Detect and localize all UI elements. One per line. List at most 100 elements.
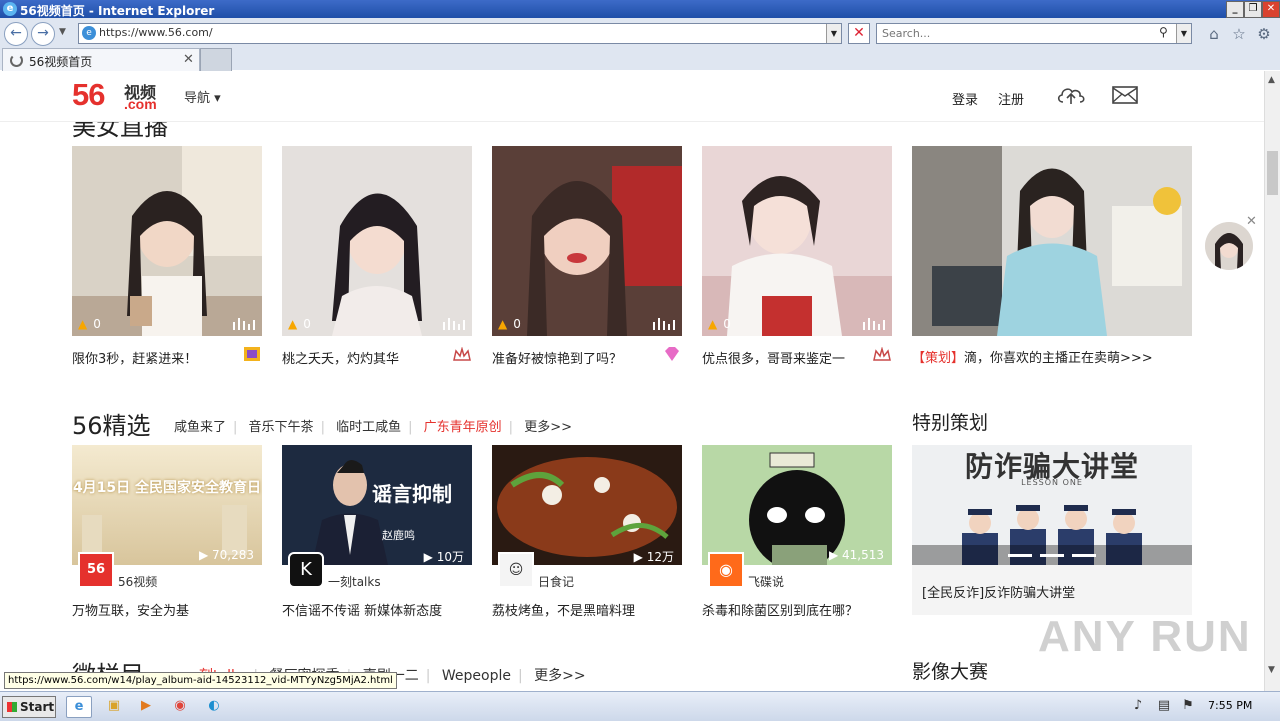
video-thumbnail[interactable]: 谣言抑制 赵鹿鸣 ▶ 10万 xyxy=(282,445,472,565)
tab-56-home[interactable]: 56视频首页 ✕ xyxy=(2,48,200,71)
level-badge-icon xyxy=(244,347,260,361)
author-avatar[interactable]: ☺ xyxy=(498,552,534,588)
promo-link[interactable]: 【策划】滴，你喜欢的主播正在卖萌>>> xyxy=(912,347,1153,366)
search-icon[interactable]: ⚲ xyxy=(1159,25,1168,39)
pager-dot[interactable] xyxy=(1008,554,1032,557)
site-header: 56 视频 .com 导航 ▾ 登录 注册 xyxy=(0,71,1264,122)
action-center-flag-icon[interactable]: ⚑ xyxy=(1176,696,1200,716)
promo-card-image[interactable] xyxy=(912,146,1192,336)
address-bar[interactable]: e https://www.56.com/ ▼ xyxy=(78,23,842,44)
address-dropdown-icon[interactable]: ▼ xyxy=(826,24,841,43)
pager-dot[interactable] xyxy=(1040,554,1064,557)
video-thumbnail[interactable]: 4月15日 全民国家安全教育日 ▶ 70,283 xyxy=(72,445,262,565)
minimize-button[interactable]: _ xyxy=(1226,1,1244,18)
author-name[interactable]: 56视频 xyxy=(118,573,157,590)
promo-text: 滴，你喜欢的主播正在卖萌>>> xyxy=(964,351,1153,366)
video-title[interactable]: 不信谣不传谣 新媒体新态度 xyxy=(282,600,442,619)
home-icon[interactable]: ⌂ xyxy=(1205,25,1223,43)
video-thumbnail[interactable]: ▶ 41,513 xyxy=(702,445,892,565)
featured-more-link[interactable]: 更多>> xyxy=(524,420,572,435)
author-name[interactable]: 一刻talks xyxy=(328,573,381,590)
search-box[interactable]: ⚲ ▼ xyxy=(876,23,1192,44)
browser-navbar: ← → ▼ e https://www.56.com/ ▼ ✕ ⚲ ▼ ⌂ ☆ … xyxy=(0,18,1280,49)
author-name[interactable]: 飞碟说 xyxy=(748,573,784,590)
play-count: ▶ 41,513 xyxy=(828,548,884,562)
upload-cloud-icon[interactable] xyxy=(1056,83,1086,107)
pager-dot[interactable] xyxy=(1072,554,1096,557)
live-card-image[interactable]: ▲ 0 xyxy=(72,146,262,336)
site-icon: e xyxy=(82,26,96,40)
live-card-title[interactable]: 优点很多，哥哥来鉴定一 xyxy=(702,348,845,367)
network-icon[interactable]: ▤ xyxy=(1152,696,1176,716)
close-float-icon[interactable]: ✕ xyxy=(1246,214,1257,229)
live-card-title[interactable]: 准备好被惊艳到了吗？ xyxy=(492,348,622,367)
scroll-down-icon[interactable]: ▼ xyxy=(1268,665,1275,675)
live-card-title[interactable]: 桃之夭夭，灼灼其华 xyxy=(282,348,399,367)
login-link[interactable]: 登录 xyxy=(952,89,978,108)
featured-tab-active[interactable]: 广东青年原创 xyxy=(424,420,502,435)
media-player-taskbar-icon[interactable]: ▶ xyxy=(134,696,158,716)
floating-live-avatar[interactable] xyxy=(1205,222,1253,270)
search-input[interactable] xyxy=(880,25,1154,42)
close-tab-icon[interactable]: ✕ xyxy=(183,52,194,67)
audio-bars-icon xyxy=(863,318,885,330)
author-name[interactable]: 日食记 xyxy=(538,573,574,590)
taskbar: Start e ▣ ▶ ◉ ◐ ♪ ▤ ⚑ 7:55 PM xyxy=(0,691,1280,721)
favorites-star-icon[interactable]: ☆ xyxy=(1230,25,1248,43)
banner-pager xyxy=(912,545,1192,565)
nav-menu[interactable]: 导航 ▾ xyxy=(184,87,221,106)
live-card-title[interactable]: 限你3秒，赶紧进来！ xyxy=(72,348,197,367)
special-caption[interactable]: [全民反诈]反诈防骗大讲堂 xyxy=(922,582,1075,601)
viewer-count: 0 xyxy=(513,317,521,331)
video-thumbnail[interactable]: ▶ 12万 xyxy=(492,445,682,565)
site-logo[interactable]: 56 视频 .com xyxy=(72,77,162,113)
history-dropdown-icon[interactable]: ▼ xyxy=(59,27,66,37)
author-avatar[interactable]: ◉ xyxy=(708,552,744,588)
author-avatar[interactable]: K xyxy=(288,552,324,588)
fire-icon: ▲ xyxy=(78,317,88,331)
live-card-image[interactable]: ▲ 0 xyxy=(492,146,682,336)
scroll-thumb[interactable] xyxy=(1267,151,1278,195)
loading-spinner-icon xyxy=(10,54,23,67)
back-button[interactable]: ← xyxy=(4,22,28,46)
start-button[interactable]: Start xyxy=(2,696,56,718)
live-card-image[interactable]: ▲ 0 xyxy=(702,146,892,336)
tools-gear-icon[interactable]: ⚙ xyxy=(1255,25,1273,43)
folder-taskbar-icon[interactable]: ▣ xyxy=(102,696,126,716)
thumbnail-person-name: 赵鹿鸣 xyxy=(382,529,415,542)
audio-bars-icon xyxy=(233,318,255,330)
micro-tab[interactable]: Wepeople xyxy=(442,668,511,684)
scroll-up-icon[interactable]: ▲ xyxy=(1268,75,1275,85)
register-link[interactable]: 注册 xyxy=(998,89,1024,108)
video-title[interactable]: 杀毒和除菌区别到底在哪？ xyxy=(702,600,858,619)
forward-button[interactable]: → xyxy=(31,22,55,46)
play-count: ▶ 70,283 xyxy=(198,548,254,562)
search-dropdown-icon[interactable]: ▼ xyxy=(1176,24,1191,43)
close-window-button[interactable]: ✕ xyxy=(1262,1,1280,18)
edge-taskbar-icon[interactable]: ◐ xyxy=(202,696,226,716)
fire-icon: ▲ xyxy=(288,317,298,331)
author-avatar[interactable]: 56 xyxy=(78,552,114,588)
stop-button[interactable]: ✕ xyxy=(848,23,870,44)
ie-taskbar-icon[interactable]: e xyxy=(66,696,92,718)
featured-tab[interactable]: 音乐下午茶 xyxy=(249,420,314,435)
chrome-taskbar-icon[interactable]: ◉ xyxy=(168,696,192,716)
address-text[interactable]: https://www.56.com/ xyxy=(99,26,213,39)
featured-tab[interactable]: 咸鱼来了 xyxy=(174,420,226,435)
page-scrollbar[interactable]: ▲ ▼ xyxy=(1264,71,1280,691)
volume-icon[interactable]: ♪ xyxy=(1126,696,1150,716)
micro-more-link[interactable]: 更多>> xyxy=(534,668,585,684)
new-tab-button[interactable] xyxy=(200,48,232,72)
thumbnail-overlay-text: 谣言抑制 xyxy=(372,482,452,506)
live-card-image[interactable]: ▲ 0 xyxy=(282,146,472,336)
video-title[interactable]: 万物互联，安全为基 xyxy=(72,600,189,619)
special-card[interactable]: 防诈骗大讲堂 LESSON ONE [全民反诈]反诈防骗大讲堂 xyxy=(912,445,1192,615)
promo-tag: 【策划】 xyxy=(912,351,965,366)
maximize-button[interactable]: ❐ xyxy=(1244,1,1262,18)
mail-icon[interactable] xyxy=(1112,85,1138,105)
video-title[interactable]: 荔枝烤鱼，不是黑暗料理 xyxy=(492,600,635,619)
featured-section-title: 56精选 xyxy=(72,412,151,440)
featured-tab[interactable]: 临时工咸鱼 xyxy=(336,420,401,435)
window-titlebar: e 56视频首页 - Internet Explorer _ ❐ ✕ xyxy=(0,0,1280,18)
banner-subtitle: LESSON ONE xyxy=(1021,478,1083,487)
